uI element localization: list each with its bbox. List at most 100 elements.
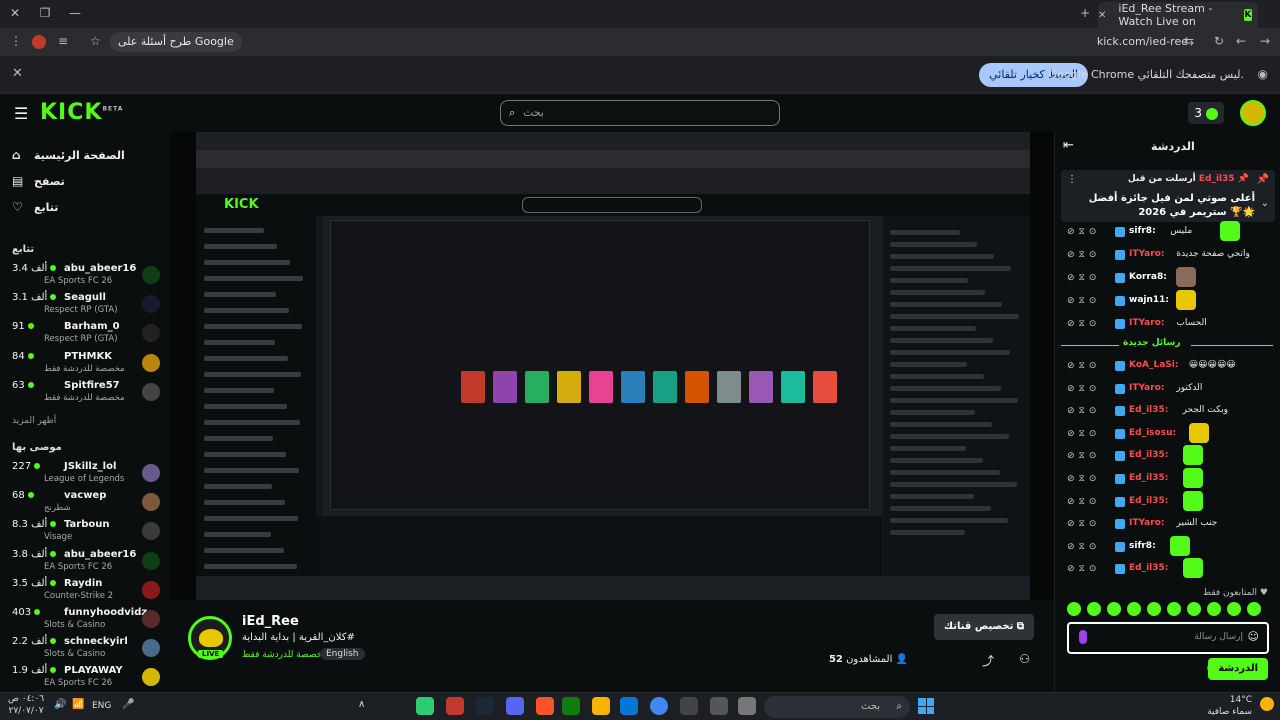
quick-emote-icon[interactable] (1067, 602, 1081, 616)
chat-message[interactable]: ⊘⧖⊙ ITYaro: الحساب (1067, 316, 1273, 334)
chat-username[interactable]: Ed_il35: (1129, 496, 1168, 506)
message-actions-icon[interactable]: ⊘⧖⊙ (1067, 564, 1100, 574)
message-actions-icon[interactable]: ⊘⧖⊙ (1067, 519, 1100, 529)
chat-message[interactable]: ⊘⧖⊙ Ed_il35: (1067, 468, 1273, 489)
message-actions-icon[interactable]: ⊘⧖⊙ (1067, 250, 1100, 260)
sidebar-channel[interactable]: 3.4 ألف abu_abeer16 EA Sports FC 26 (12, 262, 160, 290)
taskbar-clock[interactable]: ٠٤:٠٦ ص ٢٧/٠٧/٠٧ (8, 693, 44, 717)
chat-send-button[interactable]: الدردشة (1208, 658, 1268, 680)
reload-icon[interactable]: ↻ (1214, 34, 1224, 48)
language-tag[interactable]: English (320, 648, 365, 660)
taskbar-steam-icon[interactable] (476, 697, 494, 715)
chat-message[interactable]: ⊘⧖⊙ sifr8: (1067, 535, 1273, 557)
google-lens-chip[interactable]: طرح أسئلة على Google (110, 32, 242, 52)
taskbar-brave-icon[interactable] (536, 697, 554, 715)
chat-username[interactable]: ITYaro: (1129, 318, 1164, 328)
message-actions-icon[interactable]: ⊘⧖⊙ (1067, 361, 1100, 371)
browser-tab[interactable]: ✕ iEd_Ree Stream - Watch Live on K (1098, 2, 1258, 28)
chat-username[interactable]: Ed_il35: (1129, 450, 1168, 460)
show-more-link[interactable]: أظهر المزيد (12, 416, 56, 426)
chat-username[interactable]: sifr8: (1129, 541, 1156, 551)
chat-message[interactable]: ⊘⧖⊙ KoA_LaSi: 😀😀😀😀😀 (1067, 358, 1273, 376)
quick-emote-icon[interactable] (1147, 602, 1161, 616)
chat-username[interactable]: Ed_il35: (1129, 563, 1168, 573)
chat-message[interactable]: ⊘⧖⊙ Ed_il35: (1067, 445, 1273, 466)
sidebar-channel[interactable]: 84 PTHMKK مخصصة للدردشة فقط (12, 350, 160, 378)
kick-logo[interactable]: KICKBETA (40, 100, 123, 125)
new-tab-icon[interactable]: + (1076, 6, 1094, 20)
chat-message[interactable]: ⊘⧖⊙ wajn11: (1067, 290, 1273, 311)
wifi-icon[interactable]: 📶 (72, 699, 84, 710)
chat-message[interactable]: ⊘⧖⊙ Ed_il35: (1067, 558, 1273, 579)
nav-home[interactable]: ⌂ الصفحة الرئيسية (12, 146, 162, 166)
reading-list-icon[interactable]: ≡ (58, 34, 68, 48)
close-tab-icon[interactable]: ✕ (1098, 10, 1106, 21)
collapse-chat-icon[interactable]: ⇤ (1063, 138, 1074, 153)
chevron-down-icon[interactable]: ⌄ (1261, 198, 1269, 209)
menu-dots-icon[interactable]: ⋮ (10, 34, 22, 48)
volume-icon[interactable]: 🔊 (54, 699, 66, 710)
sidebar-channel[interactable]: 3.1 ألف Seagull Respect RP (GTA) (12, 291, 160, 319)
taskbar-weather[interactable]: 14°C سماء صافية (1207, 694, 1252, 718)
sidebar-channel[interactable]: 227 JSkillz_lol League of Legends (12, 460, 160, 488)
site-settings-icon[interactable]: ⇆ (1184, 34, 1194, 48)
chat-message[interactable]: ⊘⧖⊙ Ed_isosu: (1067, 422, 1273, 444)
chat-message[interactable]: ⊘⧖⊙ Ed_il35: وبكت الجحر (1067, 403, 1273, 421)
mic-tray-icon[interactable]: 🎤 (122, 699, 134, 710)
taskbar-app-icon[interactable] (446, 697, 464, 715)
chat-message[interactable]: ⊘⧖⊙ ITYaro: واتحي صفحة جديدة (1067, 247, 1273, 265)
chat-input[interactable]: إرسال رسالة ☺ (1067, 622, 1269, 654)
taskbar-app-icon[interactable] (680, 697, 698, 715)
kicks-balance[interactable]: 3 (1188, 102, 1224, 124)
close-infobar-icon[interactable]: ✕ (12, 66, 23, 81)
quick-emote-icon[interactable] (1127, 602, 1141, 616)
pin-icon-right[interactable]: 📌 (1257, 174, 1269, 185)
chat-message[interactable]: ⊘⧖⊙ sifr8: مليس (1067, 221, 1273, 242)
taskbar-files-icon[interactable] (592, 697, 610, 715)
chat-username[interactable]: sifr8: (1129, 226, 1156, 236)
mic-icon[interactable] (1079, 630, 1087, 644)
back-icon[interactable]: ← (1236, 34, 1246, 48)
message-actions-icon[interactable]: ⊘⧖⊙ (1067, 542, 1100, 552)
customize-channel-button[interactable]: تخصيص قناتك ⧉ (933, 614, 1034, 640)
streamer-name[interactable]: iEd_Ree (242, 614, 299, 629)
message-actions-icon[interactable]: ⊘⧖⊙ (1067, 497, 1100, 507)
sidebar-channel[interactable]: 403 funnyhoodvidz Slots & Casino (12, 606, 160, 634)
taskbar-app-icon[interactable] (710, 697, 728, 715)
taskbar-app-whatsapp-icon[interactable] (416, 697, 434, 715)
message-actions-icon[interactable]: ⊘⧖⊙ (1067, 273, 1100, 283)
chat-message[interactable]: ⊘⧖⊙ ITYaro: جنب الشير (1067, 516, 1273, 534)
message-actions-icon[interactable]: ⊘⧖⊙ (1067, 296, 1100, 306)
chat-username[interactable]: KoA_LaSi: (1129, 360, 1178, 370)
quick-emote-icon[interactable] (1227, 602, 1241, 616)
message-actions-icon[interactable]: ⊘⧖⊙ (1067, 406, 1100, 416)
chat-username[interactable]: Ed_isosu: (1129, 428, 1176, 438)
quick-emote-icon[interactable] (1187, 602, 1201, 616)
taskbar-app-icon[interactable] (738, 697, 756, 715)
url-field[interactable]: kick.com/ied-ree (1097, 35, 1188, 48)
quick-emote-icon[interactable] (1207, 602, 1221, 616)
message-actions-icon[interactable]: ⊘⧖⊙ (1067, 227, 1100, 237)
share-icon[interactable]: ⤴ (982, 652, 994, 669)
chat-username[interactable]: ITYaro: (1129, 518, 1164, 528)
chat-message[interactable]: ⊘⧖⊙ ITYaro: الدكتور (1067, 381, 1273, 399)
quick-emote-icon[interactable] (1107, 602, 1121, 616)
close-window-icon[interactable]: ✕ (6, 6, 24, 20)
taskbar-chrome-icon[interactable] (650, 697, 668, 715)
chat-username[interactable]: ITYaro: (1129, 249, 1164, 259)
message-actions-icon[interactable]: ⊘⧖⊙ (1067, 474, 1100, 484)
sidebar-channel[interactable]: 2.2 ألف schneckyirl Slots & Casino (12, 635, 160, 663)
nav-following[interactable]: ♡ تتابع (12, 198, 162, 218)
hamburger-menu-icon[interactable]: ☰ (14, 104, 28, 123)
chat-username[interactable]: wajn11: (1129, 295, 1169, 305)
sidebar-channel[interactable]: 3.5 ألف Raydin Counter-Strike 2 (12, 577, 160, 605)
emoji-icon[interactable]: ☺ (1248, 630, 1259, 643)
bookmark-star-icon[interactable]: ☆ (90, 34, 101, 48)
message-actions-icon[interactable]: ⊘⧖⊙ (1067, 451, 1100, 461)
search-input[interactable]: ⌕ بحث (500, 100, 780, 126)
message-actions-icon[interactable]: ⊘⧖⊙ (1067, 429, 1100, 439)
minimize-window-icon[interactable]: — (66, 6, 84, 20)
quick-emote-icon[interactable] (1167, 602, 1181, 616)
chat-message[interactable]: ⊘⧖⊙ Ed_il35: (1067, 490, 1273, 512)
restore-window-icon[interactable]: ❐ (36, 6, 54, 20)
